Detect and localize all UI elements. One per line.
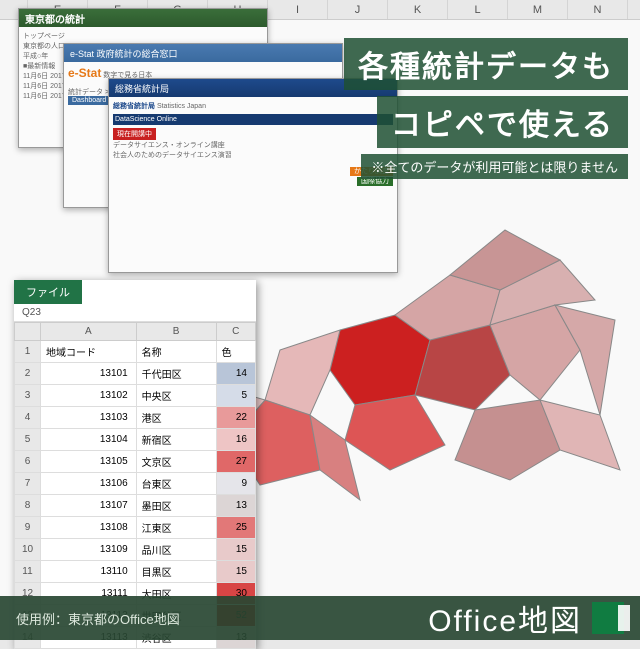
row-number[interactable]: 8 [15, 495, 41, 517]
cell[interactable]: 13106 [41, 473, 137, 495]
table-row[interactable]: 1113110目黒区15 [15, 561, 256, 583]
table-row[interactable]: 713106台東区9 [15, 473, 256, 495]
thumb-title: 東京都の統計 [25, 11, 85, 26]
cell[interactable]: 名称 [136, 341, 216, 363]
row-number[interactable]: 6 [15, 451, 41, 473]
cell[interactable]: 文京区 [136, 451, 216, 473]
cell[interactable]: 13107 [41, 495, 137, 517]
cell[interactable]: 27 [216, 451, 255, 473]
headline-line1: 各種統計データも [344, 38, 628, 90]
spreadsheet-panel: ファイル Q23 ABC 1地域コード名称色213101千代田区14313102… [14, 280, 256, 649]
table-row[interactable]: 613105文京区27 [15, 451, 256, 473]
cell[interactable]: 9 [216, 473, 255, 495]
col-header[interactable]: M [508, 0, 568, 19]
row-number[interactable]: 2 [15, 363, 41, 385]
cell[interactable]: 千代田区 [136, 363, 216, 385]
row-number[interactable]: 4 [15, 407, 41, 429]
row-number[interactable]: 1 [15, 341, 41, 363]
table-row[interactable]: 913108江東区25 [15, 517, 256, 539]
row-number[interactable]: 11 [15, 561, 41, 583]
col-header[interactable]: A [41, 323, 137, 341]
col-header[interactable] [15, 323, 41, 341]
cell-reference[interactable]: Q23 [14, 304, 256, 322]
cell[interactable]: 25 [216, 517, 255, 539]
col-header[interactable]: K [388, 0, 448, 19]
row-number[interactable]: 5 [15, 429, 41, 451]
row-number[interactable]: 7 [15, 473, 41, 495]
table-row[interactable]: 813107墨田区13 [15, 495, 256, 517]
cell[interactable]: 13101 [41, 363, 137, 385]
cell[interactable]: 13104 [41, 429, 137, 451]
cell[interactable]: 13110 [41, 561, 137, 583]
thumb-title: 総務省統計局 [115, 82, 169, 95]
cell[interactable]: 目黒区 [136, 561, 216, 583]
cell[interactable]: 13109 [41, 539, 137, 561]
footer-title: Office地図 [428, 596, 582, 640]
table-row[interactable]: 213101千代田区14 [15, 363, 256, 385]
cell[interactable]: 港区 [136, 407, 216, 429]
cell[interactable]: 13105 [41, 451, 137, 473]
table-row[interactable]: 1013109品川区15 [15, 539, 256, 561]
cell[interactable]: 15 [216, 539, 255, 561]
row-number[interactable]: 3 [15, 385, 41, 407]
cell[interactable]: 13108 [41, 517, 137, 539]
cell[interactable]: 13 [216, 495, 255, 517]
website-thumbnails: 東京都の統計 トップページ東京都の人口平成○年■最新情報11月6日 201711… [18, 8, 388, 278]
footer-caption: 使用例：東京都のOffice地図 [16, 609, 180, 628]
headline-line2: コピペで使える [377, 96, 628, 148]
table-row[interactable]: 513104新宿区16 [15, 429, 256, 451]
cell[interactable]: 台東区 [136, 473, 216, 495]
row-number[interactable]: 10 [15, 539, 41, 561]
col-header[interactable]: N [568, 0, 628, 19]
footer-bar: 使用例：東京都のOffice地図 Office地図 [0, 596, 640, 640]
col-header[interactable]: C [216, 323, 255, 341]
table-row[interactable]: 413103港区22 [15, 407, 256, 429]
cell[interactable]: 色 [216, 341, 255, 363]
thumb-title: e-Stat 政府統計の総合窓口 [70, 47, 178, 60]
excel-icon [592, 602, 624, 634]
cell[interactable]: 14 [216, 363, 255, 385]
cell[interactable]: 江東区 [136, 517, 216, 539]
col-header[interactable]: B [136, 323, 216, 341]
table-row[interactable]: 1地域コード名称色 [15, 341, 256, 363]
table-row[interactable]: 313102中央区5 [15, 385, 256, 407]
headline-note: ※全てのデータが利用可能とは限りません [361, 154, 628, 179]
cell[interactable]: 新宿区 [136, 429, 216, 451]
map-region[interactable] [455, 400, 560, 480]
cell[interactable]: 中央区 [136, 385, 216, 407]
col-header[interactable]: L [448, 0, 508, 19]
cell[interactable]: 地域コード [41, 341, 137, 363]
cell[interactable]: 22 [216, 407, 255, 429]
headline-banner: 各種統計データも コピペで使える ※全てのデータが利用可能とは限りません [344, 38, 628, 179]
row-number[interactable]: 9 [15, 517, 41, 539]
cell[interactable]: 墨田区 [136, 495, 216, 517]
cell[interactable]: 13102 [41, 385, 137, 407]
cell[interactable]: 品川区 [136, 539, 216, 561]
map-region[interactable] [345, 395, 445, 470]
file-tab[interactable]: ファイル [14, 280, 82, 304]
cell[interactable]: 16 [216, 429, 255, 451]
cell[interactable]: 5 [216, 385, 255, 407]
cell[interactable]: 13103 [41, 407, 137, 429]
map-region[interactable] [265, 330, 340, 415]
cell[interactable]: 15 [216, 561, 255, 583]
